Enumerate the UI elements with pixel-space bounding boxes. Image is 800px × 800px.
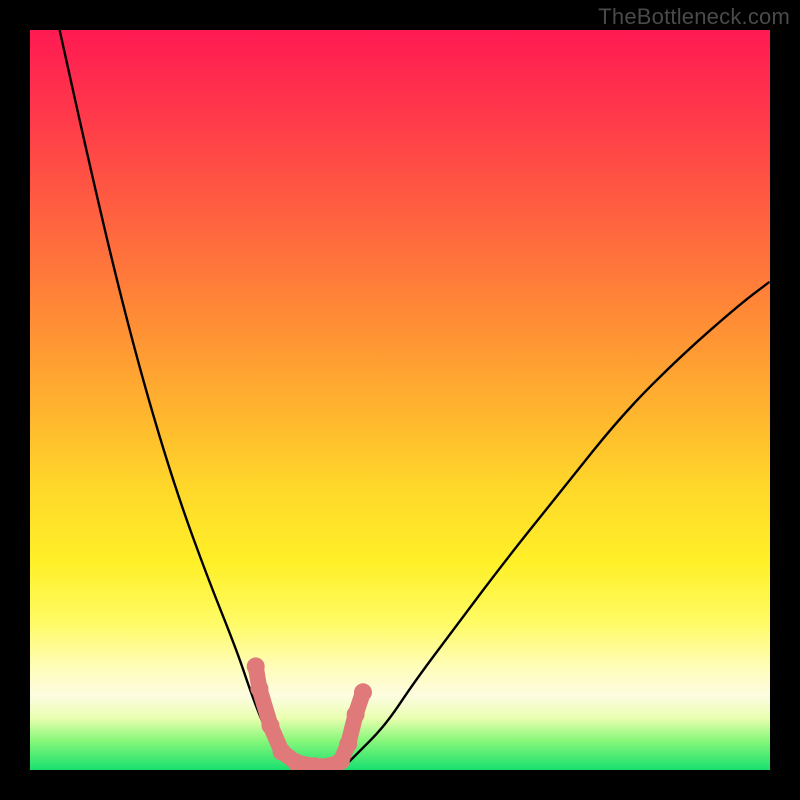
curves-svg — [30, 30, 770, 770]
marker-dot — [250, 680, 268, 698]
marker-dot — [347, 706, 365, 724]
watermark-text: TheBottleneck.com — [598, 4, 790, 30]
marker-dot — [262, 717, 280, 735]
marker-dot — [273, 743, 291, 761]
right-curve — [341, 282, 770, 770]
marker-dot — [339, 735, 357, 753]
plot-area — [30, 30, 770, 770]
chart-frame: TheBottleneck.com — [0, 0, 800, 800]
marker-dot — [332, 752, 350, 770]
left-curve — [60, 30, 297, 770]
marker-dot — [354, 683, 372, 701]
marker-dot — [247, 657, 265, 675]
